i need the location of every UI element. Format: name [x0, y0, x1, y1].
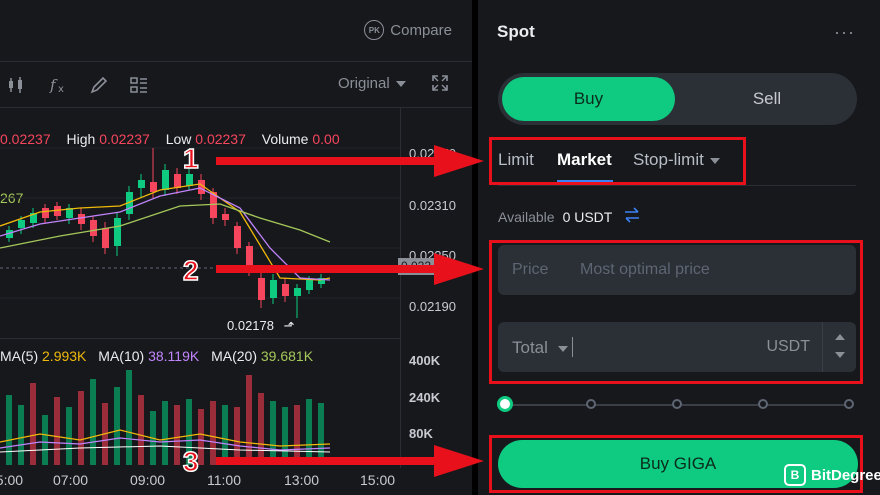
- volume-bar: [90, 379, 96, 465]
- ma10-label: MA(10): [98, 348, 145, 364]
- slider-step[interactable]: [758, 399, 768, 409]
- step-number: 1: [182, 142, 199, 175]
- step-number: 2: [182, 254, 199, 287]
- volume-tick: 400K: [409, 353, 441, 368]
- chart-header: PK Compare: [0, 0, 472, 62]
- volume-bar: [78, 391, 84, 465]
- volume-bar: [54, 397, 60, 465]
- compare-icon: PK: [364, 20, 385, 40]
- transfer-icon[interactable]: [623, 206, 641, 224]
- slider-step[interactable]: [586, 399, 596, 409]
- svg-text:x: x: [58, 84, 64, 95]
- volume-bar: [162, 401, 168, 465]
- candle-body: [18, 220, 25, 228]
- buy-tab-button[interactable]: Buy: [502, 77, 675, 121]
- view-mode-label: Original: [338, 75, 390, 92]
- available-amount: 0 USDT: [562, 209, 613, 225]
- slider-handle[interactable]: [497, 396, 513, 412]
- svg-text:f: f: [49, 76, 58, 94]
- volume-bar: [114, 387, 120, 465]
- candle-body: [162, 170, 169, 190]
- pane-divider: [0, 338, 400, 339]
- volume-bar: [42, 415, 48, 465]
- lowest-price-value: 0.02178: [227, 318, 274, 333]
- fullscreen-icon[interactable]: [430, 73, 450, 93]
- marker-arrow-icon: ⬏: [283, 318, 295, 333]
- draw-pencil-icon[interactable]: [88, 74, 110, 96]
- volume-bar: [174, 405, 180, 465]
- slider-step[interactable]: [672, 399, 682, 409]
- ma5-label: MA(5): [0, 348, 39, 364]
- buy-sell-toggle: Buy Sell: [498, 73, 857, 125]
- chart-panel: PK Compare f x Original 0.02237 High 0.0…: [0, 0, 472, 495]
- compare-label: Compare: [390, 21, 452, 39]
- lowest-price-marker: 0.02178 ⬏: [227, 318, 295, 334]
- candle-body: [42, 208, 49, 218]
- highlight-order-tabs: [489, 137, 746, 185]
- volume-bar: [66, 407, 72, 465]
- ma5-value: 2.993K: [42, 348, 87, 364]
- candle-body: [174, 174, 181, 188]
- compare-button[interactable]: PK Compare: [364, 20, 452, 40]
- view-mode-dropdown[interactable]: Original: [338, 75, 406, 92]
- candle-body: [138, 180, 145, 188]
- ma20-value: 39.681K: [260, 348, 314, 364]
- watermark-text: BitDegree: [811, 466, 880, 484]
- candle-body: [234, 226, 241, 248]
- arrow-right-icon: [216, 445, 484, 477]
- candle-body: [114, 218, 121, 246]
- volume-tick: 80K: [409, 426, 433, 441]
- ma10-value: 38.119K: [148, 348, 200, 364]
- candle-body: [150, 182, 157, 192]
- arrow-right-icon: [216, 253, 484, 285]
- panel-title: Spot: [497, 22, 535, 41]
- volume-bar: [18, 405, 24, 465]
- ma-legend: MA(5) 2.993K MA(10) 38.119K MA(20) 39.68…: [0, 348, 313, 364]
- step-number: 3: [182, 445, 199, 478]
- available-balance: Available 0 USDT: [498, 209, 612, 225]
- arrow-right-icon: [216, 145, 484, 177]
- candle-body: [78, 214, 85, 224]
- candles-icon[interactable]: [6, 74, 28, 96]
- tabs-divider: [498, 185, 856, 186]
- highlight-input-fields: [489, 240, 863, 384]
- volume-bar: [126, 370, 132, 465]
- volume-bar: [30, 383, 36, 465]
- available-label: Available: [498, 209, 555, 225]
- slider-step[interactable]: [844, 399, 854, 409]
- volume-tick: 240K: [409, 390, 441, 405]
- bitdegree-watermark: B BitDegree: [784, 464, 880, 486]
- price-tick: 0.02190: [409, 299, 456, 314]
- time-tick: 09:00: [130, 472, 166, 488]
- bitdegree-logo-icon: B: [784, 464, 806, 486]
- ma20-label: MA(20): [211, 348, 257, 364]
- sell-tab-button[interactable]: Sell: [681, 77, 853, 121]
- chevron-down-icon: [395, 81, 406, 88]
- time-tick: 07:00: [53, 472, 89, 488]
- candle-body: [102, 228, 109, 248]
- candle-body: [186, 174, 193, 186]
- layout-grid-icon[interactable]: [128, 74, 150, 96]
- price-tick: 0.02310: [409, 198, 456, 213]
- function-icon[interactable]: f x: [48, 74, 70, 96]
- candle-body: [222, 214, 229, 220]
- volume-bar: [6, 395, 12, 465]
- candle-body: [90, 220, 97, 236]
- time-tick: 05:00: [0, 472, 24, 488]
- volume-bar: [138, 395, 144, 465]
- more-options-icon[interactable]: ···: [834, 22, 855, 43]
